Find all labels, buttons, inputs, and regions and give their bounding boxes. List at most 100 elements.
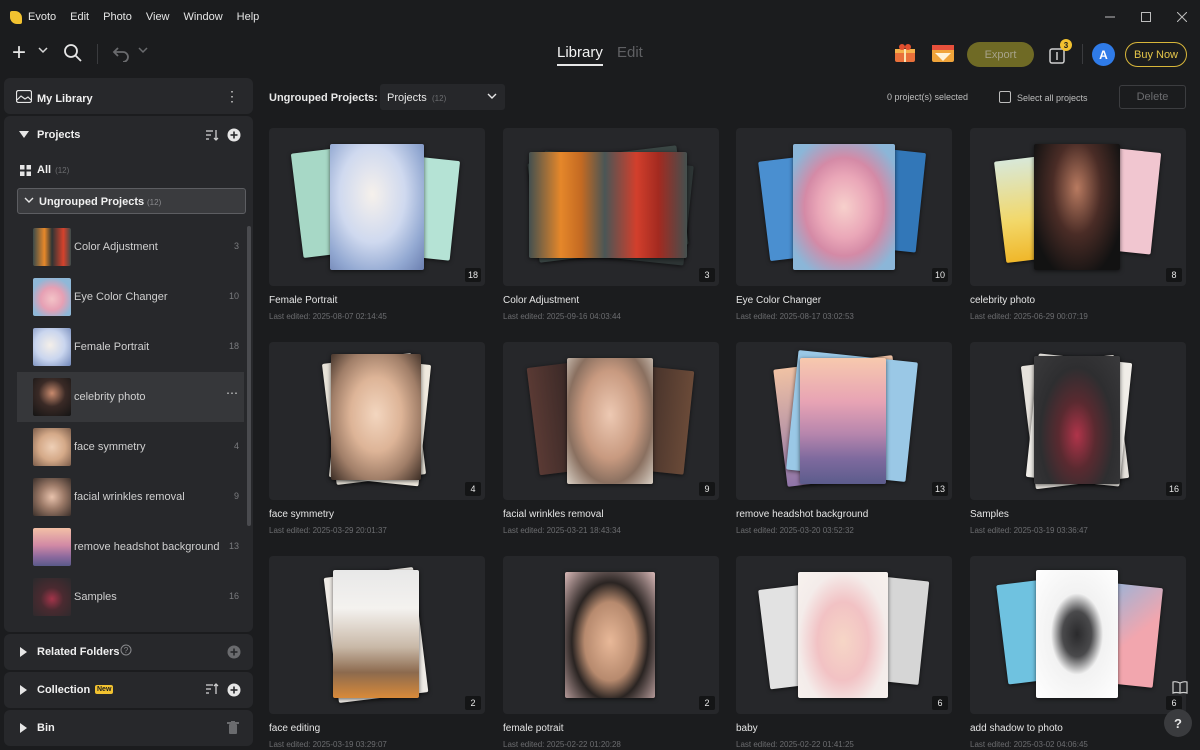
project-tile[interactable]: 2	[503, 556, 719, 714]
delete-button[interactable]: Delete	[1119, 85, 1186, 109]
collection-header[interactable]: Collection New	[4, 672, 253, 708]
projects-toolbar: Ungrouped Projects: Projects (12) 0 proj…	[269, 84, 1187, 112]
project-tile[interactable]: 18	[269, 128, 485, 286]
project-tile[interactable]: 3	[503, 128, 719, 286]
menu-view[interactable]: View	[146, 11, 170, 23]
add-collection-icon[interactable]	[227, 683, 241, 697]
project-name: Eye Color Changer	[736, 295, 822, 306]
menu-help[interactable]: Help	[237, 11, 260, 23]
more-icon[interactable]: ⋯	[226, 386, 238, 400]
project-name: add shadow to photo	[970, 723, 1063, 734]
menu-edit[interactable]: Edit	[70, 11, 89, 23]
menu-photo[interactable]: Photo	[103, 11, 132, 23]
sidebar-item-facial-wrinkles-removal[interactable]: facial wrinkles removal 9	[17, 472, 244, 522]
sidebar-item-eye-color-changer[interactable]: Eye Color Changer 10	[17, 272, 244, 322]
sidebar-item-face-symmetry[interactable]: face symmetry 4	[17, 422, 244, 472]
project-name: female potrait	[503, 723, 564, 734]
caret-right-icon[interactable]	[20, 723, 28, 733]
sort-icon[interactable]	[205, 128, 219, 142]
sidebar-item-celebrity-photo[interactable]: celebrity photo ⋯	[17, 372, 244, 422]
add-project-icon[interactable]	[227, 128, 241, 142]
all-label: All	[37, 164, 52, 176]
project-tile[interactable]: 13	[736, 342, 952, 500]
related-folders-header[interactable]: Related Folders ?	[4, 634, 253, 670]
sidebar-item-label: celebrity photo	[74, 391, 146, 403]
photo-count-badge: 8	[1166, 268, 1182, 282]
group-label: Ungrouped Projects:	[269, 92, 378, 104]
sidebar-scrollbar[interactable]	[247, 226, 251, 526]
last-edited: Last edited: 2025-09-16 04:03:44	[503, 312, 621, 321]
all-projects-item[interactable]: All (12)	[20, 160, 69, 180]
ungrouped-projects-group[interactable]: Ungrouped Projects (12)	[17, 188, 246, 214]
gift-icon[interactable]	[893, 42, 917, 64]
sidebar-item-label: remove headshot background	[74, 541, 220, 553]
photo-count-badge: 9	[699, 482, 715, 496]
bin-header[interactable]: Bin	[4, 710, 253, 746]
project-tile[interactable]: 6	[970, 556, 1186, 714]
project-grid: 18 Female Portrait Last edited: 2025-08-…	[269, 128, 1187, 750]
my-library-header[interactable]: My Library ⋮	[4, 78, 253, 114]
project-tile[interactable]: 2	[269, 556, 485, 714]
project-cover-photo	[798, 572, 888, 698]
project-name: Color Adjustment	[503, 295, 580, 306]
book-icon[interactable]	[1172, 680, 1188, 694]
sidebar-item-female-portrait[interactable]: Female Portrait 18	[17, 322, 244, 372]
add-folder-icon[interactable]	[227, 645, 241, 659]
sidebar-item-samples[interactable]: Samples 16	[17, 572, 244, 622]
select-value: Projects	[387, 92, 427, 104]
project-cover-photo	[529, 152, 687, 258]
project-tile[interactable]: 9	[503, 342, 719, 500]
caret-right-icon[interactable]	[20, 647, 28, 657]
promo-icon[interactable]	[931, 42, 955, 64]
project-thumbnail	[33, 378, 71, 416]
project-cover-photo	[567, 358, 653, 484]
avatar[interactable]: A	[1092, 43, 1115, 66]
undo-icon[interactable]	[112, 44, 130, 62]
caret-down-icon[interactable]	[19, 131, 29, 139]
projects-header[interactable]: Projects	[4, 116, 253, 154]
chevron-down-icon[interactable]	[38, 46, 48, 54]
last-edited: Last edited: 2025-03-21 18:43:34	[503, 526, 621, 535]
project-tile[interactable]: 8	[970, 128, 1186, 286]
select-all-checkbox[interactable]	[999, 91, 1011, 103]
more-icon[interactable]: ⋮	[225, 88, 239, 105]
export-button[interactable]: Export	[967, 42, 1034, 67]
select-all-label[interactable]: Select all projects	[1017, 93, 1088, 103]
project-tile[interactable]: 4	[269, 342, 485, 500]
sort-icon[interactable]	[205, 682, 219, 696]
menu-window[interactable]: Window	[184, 11, 223, 23]
project-thumbnail	[33, 328, 71, 366]
caret-right-icon[interactable]	[20, 685, 28, 695]
buy-now-button[interactable]: Buy Now	[1125, 42, 1187, 67]
last-edited: Last edited: 2025-08-17 03:02:53	[736, 312, 854, 321]
sidebar-item-color-adjustment[interactable]: Color Adjustment 3	[17, 222, 244, 272]
last-edited: Last edited: 2025-08-07 02:14:45	[269, 312, 387, 321]
project-tile[interactable]: 16	[970, 342, 1186, 500]
project-tile[interactable]: 10	[736, 128, 952, 286]
project-type-select[interactable]: Projects (12)	[380, 84, 505, 110]
photo-count-badge: 2	[699, 696, 715, 710]
app-name[interactable]: Evoto	[28, 11, 56, 23]
project-thumbnail	[33, 528, 71, 566]
add-icon[interactable]: +	[12, 41, 26, 65]
library-icon	[16, 90, 32, 103]
minimize-icon[interactable]	[1092, 0, 1128, 34]
tab-edit[interactable]: Edit	[617, 44, 643, 61]
tab-library[interactable]: Library	[557, 44, 603, 66]
project-tile[interactable]: 6	[736, 556, 952, 714]
sidebar-item-remove-headshot-background[interactable]: remove headshot background 13	[17, 522, 244, 572]
project-cover-photo	[1034, 356, 1120, 484]
trash-icon[interactable]	[227, 721, 239, 734]
help-icon[interactable]: ?	[120, 644, 132, 656]
search-icon[interactable]	[63, 43, 83, 63]
sidebar-item-count: 13	[228, 541, 239, 551]
chevron-down-icon[interactable]	[24, 196, 34, 204]
help-button[interactable]: ?	[1164, 709, 1192, 737]
maximize-icon[interactable]	[1128, 0, 1164, 34]
project-thumbnail	[33, 478, 71, 516]
close-icon[interactable]	[1164, 0, 1200, 34]
title-bar: Evoto Edit Photo View Window Help	[0, 0, 1200, 34]
sidebar-item-label: Female Portrait	[74, 341, 150, 353]
chevron-down-icon[interactable]	[138, 46, 148, 54]
toolbar-divider	[97, 44, 98, 64]
